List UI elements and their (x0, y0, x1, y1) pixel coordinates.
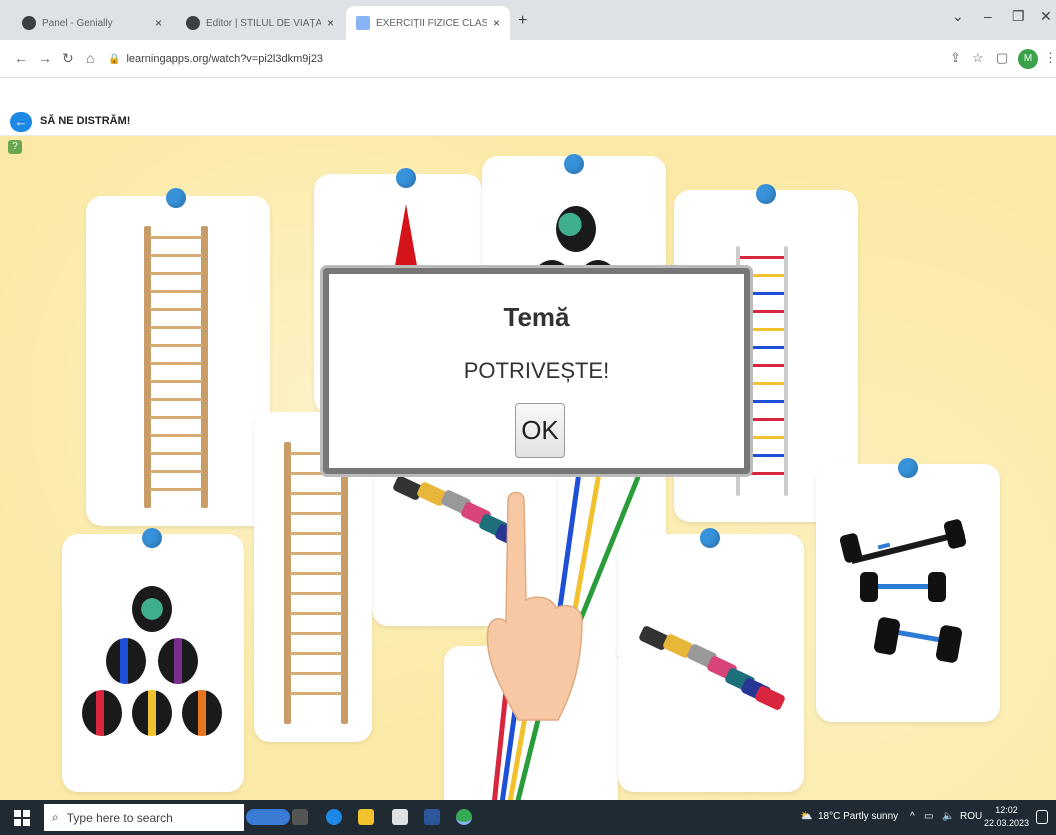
windows-taskbar: ⌕ Type here to search ⛅ 18°C Partly sunn… (0, 800, 1056, 835)
tab-editor[interactable]: Editor | STILUL DE VIAȚĂ SĂNĂT × (176, 6, 344, 40)
menu-kebab-icon[interactable]: ⋮ (1044, 50, 1056, 66)
medicine-ball-image (132, 586, 172, 632)
wall-bars-image (284, 442, 348, 724)
volume-icon[interactable]: 🔈 (942, 811, 954, 822)
back-arrow-icon[interactable]: ← (14, 50, 28, 66)
browser-toolbar: ← → ↻ ⌂ 🔒 learningapps.org/watch?v=pi2l3… (0, 40, 1056, 78)
back-button[interactable]: ← (10, 112, 32, 132)
reload-icon[interactable]: ↻ (62, 50, 74, 67)
pin-icon (700, 528, 720, 548)
genially-favicon-icon (22, 16, 36, 30)
lock-icon: 🔒 (108, 53, 121, 65)
genially-favicon-icon (186, 16, 200, 30)
minimize-icon[interactable]: – (984, 8, 992, 24)
pin-icon (166, 188, 186, 208)
tab-search-chevron-icon[interactable]: ⌄ (952, 8, 964, 25)
tab-close-icon[interactable]: × (155, 16, 162, 30)
windows-start-icon[interactable] (14, 810, 30, 826)
file-explorer-icon[interactable] (358, 809, 374, 825)
pin-icon (564, 154, 584, 174)
taskbar-clock[interactable]: 12:02 22.03.2023 (984, 804, 1029, 830)
browser-tab-bar: Panel - Genially × Editor | STILUL DE VI… (0, 0, 1056, 40)
page-title: SĂ NE DISTRĂM! (40, 115, 131, 127)
card-dumbbells[interactable] (618, 534, 804, 792)
pin-icon (898, 458, 918, 478)
card-balls-pyramid[interactable] (62, 534, 244, 792)
app-header: ← SĂ NE DISTRĂM! (0, 104, 1056, 136)
pin-icon (396, 168, 416, 188)
tab-close-icon[interactable]: × (327, 16, 334, 30)
home-icon[interactable]: ⌂ (86, 50, 94, 66)
barbell-image (839, 519, 967, 663)
medicine-ball-image (556, 206, 596, 252)
side-panel-icon[interactable]: ▢ (996, 50, 1008, 66)
tab-genially[interactable]: Panel - Genially × (12, 6, 172, 40)
dumbbell-image (753, 684, 787, 712)
battery-icon[interactable]: ▭ (924, 811, 933, 822)
bookmark-star-icon[interactable]: ☆ (972, 50, 984, 66)
matching-game-area: ? Temă POTRIVEȘTE! OK (0, 136, 1056, 800)
pin-icon (756, 184, 776, 204)
weather-icon[interactable]: ⛅ (800, 811, 812, 822)
help-icon[interactable]: ? (8, 140, 22, 154)
tab-title: Editor | STILUL DE VIAȚĂ SĂNĂT (206, 17, 321, 29)
pin-icon (142, 528, 162, 548)
card-wall-bars[interactable] (86, 196, 270, 526)
tab-close-icon[interactable]: × (493, 16, 500, 30)
medicine-ball-image (132, 690, 172, 736)
dialog-title: Temă (503, 302, 570, 332)
search-icon: ⌕ (52, 810, 59, 824)
word-icon[interactable] (424, 809, 440, 825)
mail-icon[interactable] (392, 809, 408, 825)
task-view-icon[interactable] (292, 809, 308, 825)
medicine-ball-image (182, 690, 222, 736)
chrome-icon[interactable] (456, 809, 472, 825)
address-bar[interactable]: 🔒 learningapps.org/watch?v=pi2l3dkm9j23 (108, 48, 928, 70)
widgets-icon[interactable] (246, 809, 290, 825)
search-placeholder: Type here to search (66, 810, 173, 825)
clock-time: 12:02 (995, 805, 1018, 815)
tray-chevron-icon[interactable]: ^ (910, 811, 915, 822)
new-tab-button[interactable]: + (518, 12, 527, 30)
medicine-ball-image (158, 638, 198, 684)
task-dialog: Temă POTRIVEȘTE! OK (323, 268, 750, 474)
restore-icon[interactable]: ❐ (1012, 8, 1025, 25)
profile-avatar[interactable]: M (1018, 49, 1038, 69)
notifications-icon[interactable] (1036, 810, 1048, 824)
wall-bars-image (144, 226, 208, 508)
medicine-ball-image (106, 638, 146, 684)
dialog-message: POTRIVEȘTE! (463, 358, 610, 383)
tab-title: EXERCIȚII FIZICE CLASA A VI-A D (376, 17, 487, 29)
tab-title: Panel - Genially (42, 17, 113, 29)
card-barbell-set[interactable] (816, 464, 1000, 722)
tab-exercitii[interactable]: EXERCIȚII FIZICE CLASA A VI-A D × (346, 6, 510, 40)
close-window-icon[interactable]: ✕ (1040, 8, 1052, 25)
hand-pointer-icon (486, 491, 583, 721)
taskbar-search-input[interactable]: ⌕ Type here to search (44, 804, 244, 831)
forward-arrow-icon[interactable]: → (38, 50, 52, 66)
weather-text[interactable]: 18°C Partly sunny (818, 811, 898, 822)
url-text: learningapps.org/watch?v=pi2l3dkm9j23 (126, 53, 324, 65)
language-indicator[interactable]: ROU (960, 811, 982, 822)
ok-button[interactable]: OK (515, 403, 565, 458)
share-icon[interactable]: ⇪ (950, 50, 961, 66)
medicine-ball-image (82, 690, 122, 736)
clock-date: 22.03.2023 (984, 818, 1030, 828)
learningapps-favicon-icon (356, 16, 370, 30)
edge-icon[interactable] (326, 809, 342, 825)
